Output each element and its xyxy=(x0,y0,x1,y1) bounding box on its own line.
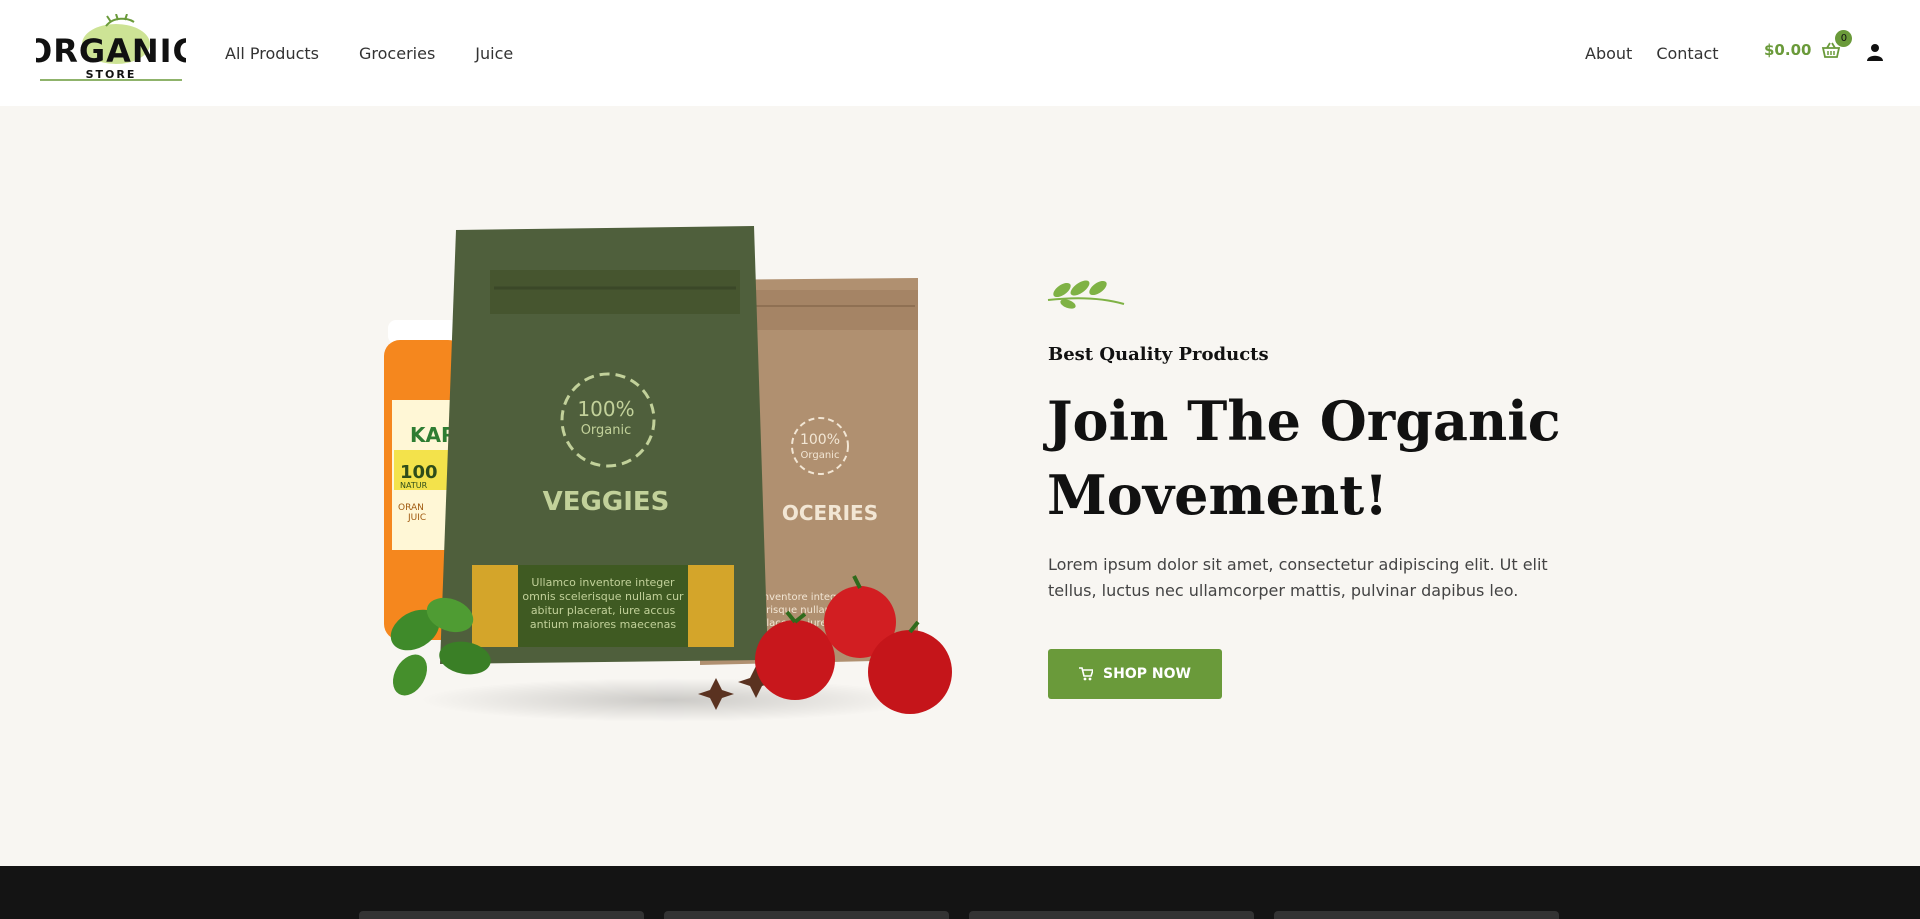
veggie-organic: Organic xyxy=(581,423,632,438)
hero-section: KAR 100 NATUR ORAN JUIC 100% Organic OCE… xyxy=(0,106,1920,866)
shop-now-button[interactable]: SHOP NOW xyxy=(1048,649,1222,699)
nav-juice[interactable]: Juice xyxy=(475,44,513,63)
organic-store-logo[interactable]: ORGANIC STORE xyxy=(36,14,186,86)
grocery-panel-1: inventore integ xyxy=(760,592,836,603)
grocery-panel-2: erisque nullam xyxy=(760,605,834,616)
grocery-organic: Organic xyxy=(801,450,840,461)
category-card[interactable] xyxy=(969,911,1254,919)
cart-widget[interactable]: $0.00 0 xyxy=(1764,30,1853,60)
veggie-pct: 100% xyxy=(577,397,634,421)
jar-flavor-2: JUIC xyxy=(407,513,426,523)
secondary-nav: About Contact xyxy=(1585,0,1719,106)
cart-count-badge: 0 xyxy=(1835,30,1853,47)
leaf-decoration-icon xyxy=(1047,280,1125,309)
logo-word: ORGANIC xyxy=(36,32,186,70)
cart-amount[interactable]: $0.00 xyxy=(1764,41,1811,59)
nav-groceries[interactable]: Groceries xyxy=(359,44,435,63)
site-header: ORGANIC STORE All Products Groceries Jui… xyxy=(0,0,1920,106)
jar-flavor-1: ORAN xyxy=(398,503,424,513)
primary-nav: All Products Groceries Juice xyxy=(225,0,513,106)
cart-icon xyxy=(1079,667,1094,681)
veggie-label: VEGGIES xyxy=(543,487,670,517)
veggie-bag: 100% Organic VEGGIES Ullamco inventore i… xyxy=(440,226,768,664)
category-card[interactable] xyxy=(359,911,644,919)
user-account-icon[interactable] xyxy=(1866,43,1884,61)
shop-now-label: SHOP NOW xyxy=(1103,666,1191,682)
logo-sub: STORE xyxy=(86,68,137,81)
hero-subtitle: Best Quality Products xyxy=(1048,344,1269,365)
category-card[interactable] xyxy=(664,911,949,919)
nav-about[interactable]: About xyxy=(1585,44,1632,63)
veggie-panel-1: Ullamco inventore integer xyxy=(531,576,675,589)
veggie-panel-3: abitur placerat, iure accus xyxy=(531,604,676,617)
basket-icon[interactable]: 0 xyxy=(1821,30,1853,60)
category-card[interactable] xyxy=(1274,911,1559,919)
veggie-panel-4: antium maiores maecenas xyxy=(530,618,677,631)
hero-description: Lorem ipsum dolor sit amet, consectetur … xyxy=(1048,555,1548,600)
hero-title: Join The Organic Movement! xyxy=(1047,389,1561,527)
veggie-panel-2: omnis scelerisque nullam cur xyxy=(522,590,684,603)
jar-pct: 100 xyxy=(400,462,438,483)
grocery-label: OCERIES xyxy=(782,501,878,525)
hero-product-image: KAR 100 NATUR ORAN JUIC 100% Organic OCE… xyxy=(384,226,952,722)
nav-contact[interactable]: Contact xyxy=(1656,44,1718,63)
dark-section-strip xyxy=(0,866,1920,919)
jar-word: NATUR xyxy=(400,481,428,490)
grocery-pct: 100% xyxy=(800,432,840,448)
nav-all-products[interactable]: All Products xyxy=(225,44,319,63)
